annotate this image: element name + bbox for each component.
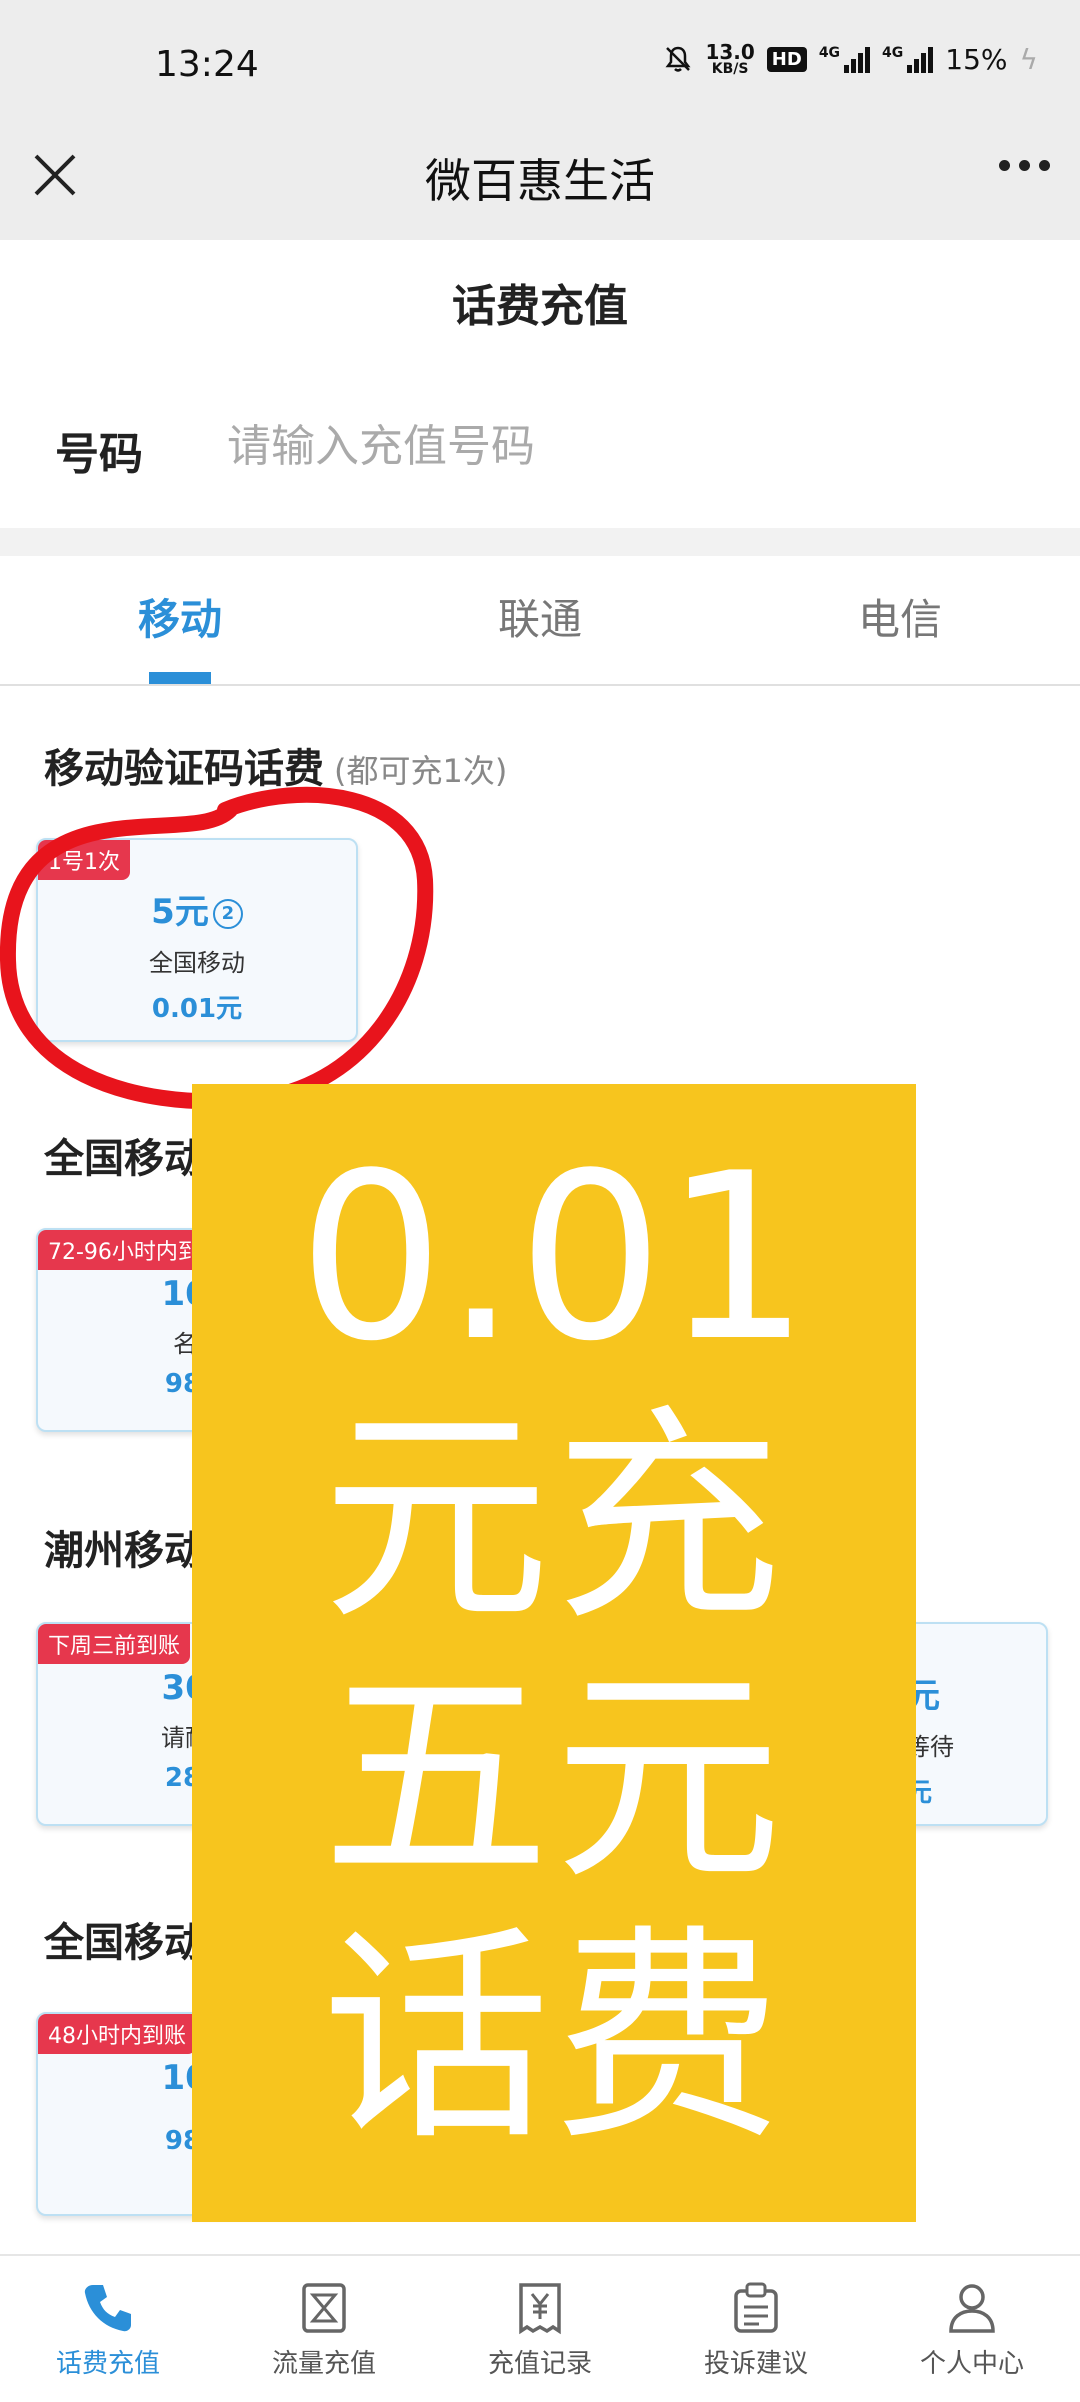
bottom-nav: 话费充值 流量充值 充值记录 投诉建议 个人中心 xyxy=(0,2254,1080,2402)
nav-item-phone-recharge[interactable]: 话费充值 xyxy=(0,2256,216,2402)
battery-percent: 15% xyxy=(945,42,1008,76)
nav-item-data-recharge[interactable]: 流量充值 xyxy=(216,2256,432,2402)
nav-label: 个人中心 xyxy=(919,2348,1024,2379)
promo-overlay: 0.01 元充 五元 话费 xyxy=(192,1084,916,2222)
phone-icon xyxy=(84,2284,131,2331)
nav-item-records[interactable]: 充值记录 xyxy=(432,2256,648,2402)
card-badge: 72-96小时内到 xyxy=(38,1230,210,1270)
hd-badge: HD xyxy=(766,46,807,72)
page-title: 话费充值 xyxy=(452,281,628,332)
card-sub: 全国移动 xyxy=(149,949,245,977)
amount-marker-icon: 2 xyxy=(212,899,243,929)
card-badge: 48小时内到账 xyxy=(38,2014,196,2054)
card-price: 0.01元 xyxy=(151,994,243,1024)
nav-item-profile[interactable]: 个人中心 xyxy=(864,2256,1080,2402)
nav-item-complaints[interactable]: 投诉建议 xyxy=(648,2256,864,2402)
signal1-label: 4G xyxy=(818,45,841,61)
nav-label: 充值记录 xyxy=(487,2348,592,2379)
divider-band xyxy=(0,528,1080,556)
number-label: 号码 xyxy=(55,429,143,480)
nav-label: 投诉建议 xyxy=(703,2348,808,2379)
hourglass-icon xyxy=(302,2282,346,2333)
phone-number-input[interactable] xyxy=(225,405,1029,487)
person-icon xyxy=(949,2283,995,2333)
card-amount-text: 5元 xyxy=(151,892,209,932)
overlay-line-3: 五元 xyxy=(322,1645,786,1911)
section-note: (都可充1次) xyxy=(334,752,508,790)
speed-unit: KB/S xyxy=(711,61,749,77)
status-time: 13:24 xyxy=(155,44,259,85)
overlay-line-2: 元充 xyxy=(322,1385,786,1651)
signal2-label: 4G xyxy=(882,45,904,61)
card-badge: 下周三前到账 xyxy=(38,1624,191,1664)
charging-bolt-icon: ϟ xyxy=(1019,42,1038,76)
card-amount: 5元 2 xyxy=(38,884,356,933)
tab-unicom[interactable]: 联通 xyxy=(360,556,720,684)
section-title-national: 全国移动 xyxy=(44,1136,204,1182)
nav-label: 流量充值 xyxy=(271,2348,376,2379)
app-title: 微百惠生活 xyxy=(425,154,655,208)
status-icons: 13.0 KB/S HD 4G 4G 15% ϟ xyxy=(663,42,1038,76)
overlay-line-1: 0.01 xyxy=(297,1125,811,1392)
recharge-card[interactable]: 1号1次 5元 2 全国移动 0.01元 xyxy=(36,838,358,1042)
section-title-chaozhou: 潮州移动 xyxy=(44,1528,204,1574)
section-title-verify: 移动验证码话费 (都可充1次) xyxy=(44,736,507,794)
card-badge: 1号1次 xyxy=(38,840,130,880)
signal-icon-1: 4G xyxy=(818,45,871,73)
tab-telecom[interactable]: 电信 xyxy=(720,556,1080,684)
nav-label: 话费充值 xyxy=(55,2348,160,2379)
mute-bell-icon xyxy=(665,46,691,72)
section-title-national-2: 全国移动 xyxy=(44,1920,204,1966)
receipt-yen-icon xyxy=(519,2282,561,2334)
clipboard-icon xyxy=(734,2282,778,2333)
section-title-text: 移动验证码话费 xyxy=(44,746,324,792)
more-options-icon[interactable] xyxy=(999,160,1050,171)
overlay-line-4: 话费 xyxy=(322,1905,786,2171)
signal-icon-2: 4G xyxy=(882,45,934,73)
speed-value: 13.0 xyxy=(705,40,755,64)
tab-mobile[interactable]: 移动 xyxy=(0,556,360,684)
carrier-tabs: 移动 联通 电信 xyxy=(0,556,1080,686)
network-speed: 13.0 KB/S xyxy=(705,42,754,76)
